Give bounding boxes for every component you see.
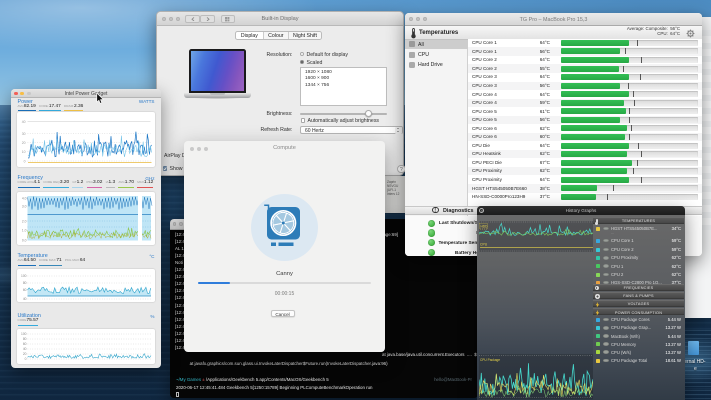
svg-text:CPU: CPU (480, 243, 488, 247)
svg-text:2.0: 2.0 (22, 219, 27, 223)
svg-text:80: 80 (23, 281, 27, 285)
svg-text:20: 20 (23, 352, 27, 356)
svg-text:0: 0 (24, 159, 26, 163)
svg-text:CPU Package: CPU Package (480, 358, 500, 362)
svg-text:0: 0 (25, 357, 27, 361)
svg-text:30: 30 (22, 132, 26, 136)
svg-text:1.0: 1.0 (22, 228, 27, 232)
svg-text:10: 10 (22, 150, 26, 154)
svg-text:80: 80 (23, 337, 27, 341)
svg-text:3.0: 3.0 (22, 204, 27, 208)
svg-text:4.0: 4.0 (22, 196, 27, 200)
svg-text:HDD: HDD (481, 225, 489, 229)
svg-text:60: 60 (23, 288, 27, 292)
svg-text:40: 40 (23, 297, 27, 301)
svg-text:40: 40 (22, 120, 26, 124)
svg-text:100: 100 (21, 332, 27, 336)
svg-text:40: 40 (23, 347, 27, 351)
svg-text:20: 20 (22, 141, 26, 145)
svg-text:0.0: 0.0 (22, 238, 27, 242)
svg-text:100: 100 (21, 274, 27, 278)
svg-text:60: 60 (23, 342, 27, 346)
